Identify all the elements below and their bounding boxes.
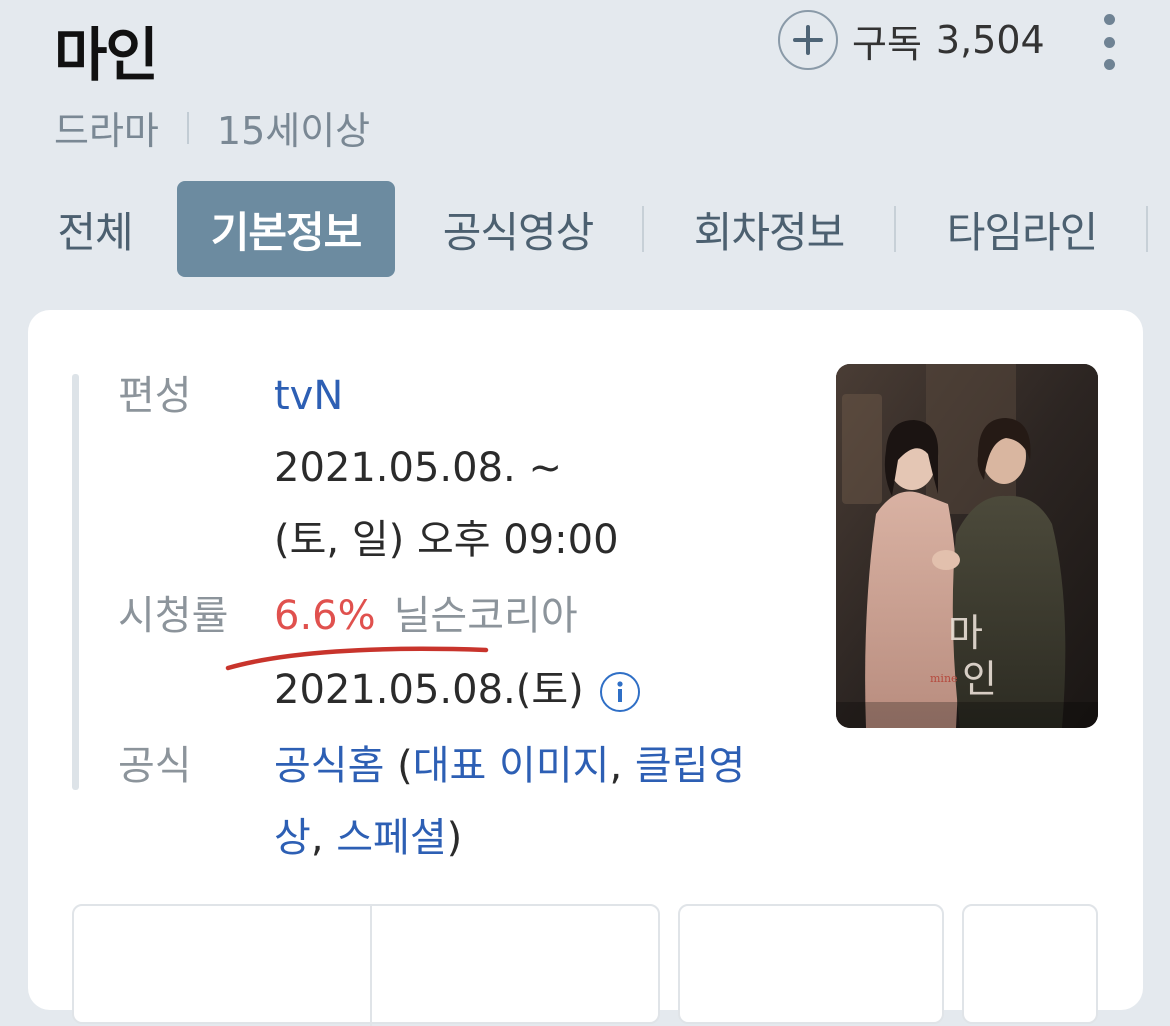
program-meta: 드라마 15세이상 [54,100,370,155]
clip-video-link[interactable]: 클립영 [635,743,745,789]
poster-english-title: mine [930,672,958,685]
poster-title-2: 인 [962,657,997,701]
genre: 드라마 [54,109,159,153]
tab-official-video[interactable]: 공식영상 [415,181,621,277]
more-vertical-icon[interactable] [1096,14,1122,70]
official-home-link[interactable]: 공식홈 [274,743,384,789]
subscribe-label: 구독 [852,21,922,66]
rating-value: 6.6% [274,593,376,639]
tab-episode-info[interactable]: 회차정보 [664,181,874,277]
tab-divider [642,206,644,252]
thumbnail-divider [370,906,372,1026]
clip-video-link-cont[interactable]: 상 [274,815,311,861]
channel-link[interactable]: tvN [274,373,343,419]
poster-image[interactable]: 마 인 mine [836,364,1098,728]
tab-divider [1146,206,1148,252]
subscribe-button[interactable]: 구독 3,504 [778,10,1045,70]
paren-close: ) [446,815,463,861]
info-card: 편성 tvN 2021.05.08. ~ (토, 일) 오후 09:00 시청률… [28,310,1143,1026]
page-title: 마인 [54,21,159,89]
info-side-bar [72,374,79,790]
media-thumbnail[interactable] [678,904,944,1024]
paren-open: ( [384,743,413,789]
tab-all[interactable]: 전체 [40,181,150,277]
subscriber-count: 3,504 [935,18,1045,62]
airing-dates: 2021.05.08. ~ [274,445,562,491]
media-thumbnail[interactable] [962,904,1098,1024]
poster-title-1: 마 [948,611,983,655]
tab-basic-info[interactable]: 기본정보 [177,181,395,277]
rating-date: 2021.05.08.(토) [274,667,584,713]
airing-time: (토, 일) 오후 09:00 [274,517,619,563]
info-circle-icon[interactable] [599,672,640,712]
rating-label: 시청률 [118,593,229,639]
tab-timeline[interactable]: 타임라인 [916,181,1128,277]
comma: , [310,815,337,861]
tab-divider [894,206,896,252]
divider [186,111,189,144]
main-image-link[interactable]: 대표 이미지 [413,743,610,789]
rating-source: 닐슨코리아 [393,593,578,639]
tab-bar: 전체 기본정보 공식영상 회차정보 타임라인 [0,181,1170,277]
channel-label: 편성 [118,373,192,419]
special-link[interactable]: 스페셜 [336,815,446,861]
media-thumbnail[interactable] [72,904,660,1026]
comma: , [609,743,635,789]
plus-circle-icon [778,10,838,70]
official-label: 공식 [118,743,192,789]
age-rating: 15세이상 [216,109,371,153]
